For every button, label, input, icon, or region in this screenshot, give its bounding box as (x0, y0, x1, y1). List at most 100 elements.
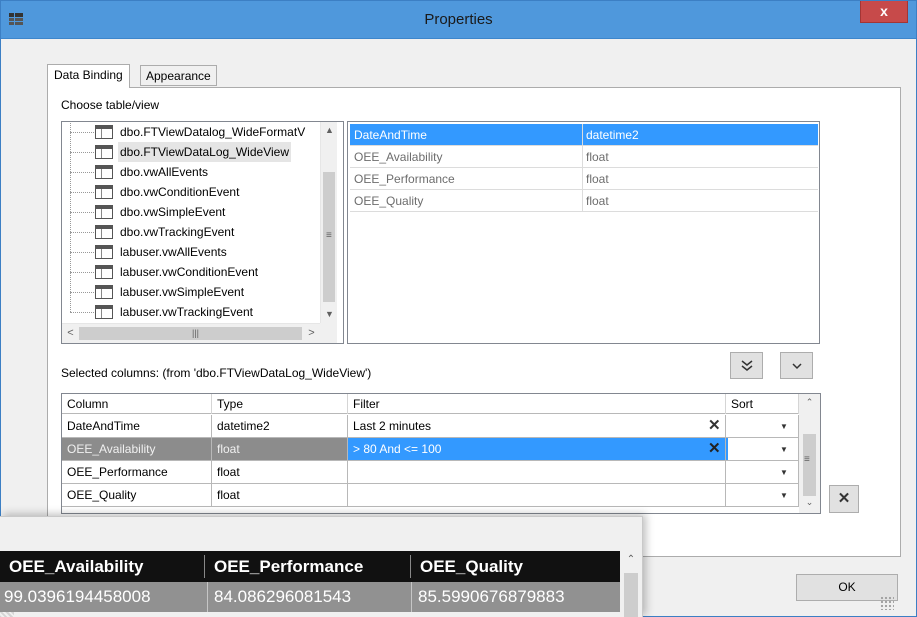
available-columns-list[interactable]: DateAndTime datetime2 OEE_Availability floa… (347, 121, 820, 344)
sort-dropdown-icon[interactable]: ▼ (780, 439, 788, 461)
tree-item[interactable]: dbo.vwSimpleEvent (62, 192, 320, 222)
tab-data-binding[interactable]: Data Binding (47, 64, 130, 88)
sort-dropdown-icon[interactable]: ▼ (780, 485, 788, 507)
header-type[interactable]: Type (212, 394, 348, 414)
scroll-down-icon[interactable]: ▼ (321, 306, 338, 323)
tree-item[interactable]: labuser.vwTrackingEvent (62, 292, 320, 322)
table-icon (95, 265, 113, 279)
tree-horizontal-scrollbar[interactable]: < ||| > (62, 323, 320, 343)
cell-separator (582, 146, 583, 168)
preview-cell-quality: 85.5990676879883 (418, 587, 565, 606)
cell-type-text: float (217, 465, 240, 479)
tree-item[interactable]: labuser.vwAllEvents (62, 232, 320, 262)
cell-filter[interactable] (348, 484, 726, 506)
close-button[interactable]: x (860, 1, 908, 23)
tree-item[interactable]: dbo.vwTrackingEvent (62, 212, 320, 242)
tree-item[interactable]: labuser.vwSimpleEvent (62, 272, 320, 302)
window-title: Properties (424, 11, 493, 28)
table-row[interactable]: OEE_Availability float > 80 And <= 100 ✕ ▼ (62, 438, 799, 461)
column-list-row[interactable]: OEE_Performance float (350, 168, 818, 190)
tree-item-label: dbo.vwSimpleEvent (120, 205, 226, 219)
tree-connector (70, 132, 71, 152)
tree-connector (70, 132, 94, 133)
tree-item[interactable]: dbo.FTViewDatalog_WideFormatV (62, 122, 320, 142)
tree-vertical-scrollbar[interactable]: ▲ ≡ ▼ (320, 122, 337, 323)
table-row[interactable]: DateAndTime datetime2 Last 2 minutes ✕ ▼ (62, 415, 799, 438)
preview-header-quality: OEE_Quality (420, 557, 523, 576)
tree-connector (70, 312, 94, 313)
scroll-up-icon[interactable]: ⌃ (620, 551, 642, 569)
sort-dropdown-icon[interactable]: ▼ (780, 462, 788, 484)
table-icon (95, 165, 113, 179)
sort-dropdown-icon[interactable]: ▼ (780, 416, 788, 438)
cell-type: float (212, 484, 348, 506)
cell-sort[interactable] (726, 415, 799, 437)
clear-filter-icon[interactable]: ✕ (708, 415, 721, 437)
move-all-down-button[interactable] (730, 352, 763, 379)
tree-connector (70, 172, 94, 173)
preview-header-availability: OEE_Availability (9, 557, 144, 576)
cell-filter-text: > 80 And <= 100 (353, 442, 442, 456)
table-view-tree[interactable]: dbo.FTViewDatalog_WideFormatV dbo.FTViewD… (61, 121, 344, 344)
preview-scrollbar[interactable]: ⌃ (620, 551, 642, 617)
scroll-up-icon[interactable]: ▲ (321, 122, 338, 139)
table-row[interactable]: OEE_Performance float ▼ (62, 461, 799, 484)
cell-filter[interactable]: Last 2 minutes (348, 415, 726, 437)
selected-columns-grid[interactable]: Column Type Filter Sort DateAndTime datet… (61, 393, 821, 514)
selected-columns-label: Selected columns: (from 'dbo.FTViewDataL… (61, 366, 372, 380)
tree-item-label: labuser.vwAllEvents (120, 245, 227, 259)
scroll-thumb[interactable] (624, 573, 638, 617)
tree-item[interactable]: dbo.vwAllEvents (62, 152, 320, 182)
tree-item-label: dbo.FTViewDataLog_WideView (118, 142, 291, 162)
tree-item[interactable]: dbo.FTViewDataLog_WideView (62, 132, 320, 162)
column-name: OEE_Performance (354, 172, 455, 186)
column-list-row[interactable]: DateAndTime datetime2 (350, 124, 818, 146)
column-name: OEE_Availability (354, 150, 443, 164)
scroll-thumb[interactable] (803, 434, 816, 496)
cell-column-text: OEE_Performance (67, 465, 168, 479)
resize-grip-icon[interactable] (880, 596, 894, 610)
scroll-up-icon[interactable]: ⌃ (799, 394, 820, 411)
column-list-row[interactable]: OEE_Quality float (350, 190, 818, 212)
preview-row[interactable]: 99.0396194458008 84.086296081543 85.5990… (0, 582, 620, 612)
grid-vertical-scrollbar[interactable]: ⌃ ≡ ⌄ (799, 394, 820, 513)
remove-column-button[interactable]: ✕ (829, 485, 859, 513)
grip-icon: ≡ (326, 230, 332, 241)
grid-header: Column Type Filter Sort (62, 394, 820, 414)
preview-cell-availability: 99.0396194458008 (4, 587, 151, 606)
choose-table-label: Choose table/view (61, 98, 160, 112)
cell-sort[interactable] (726, 484, 799, 506)
tree-item-label: dbo.vwAllEvents (120, 165, 209, 179)
move-down-button[interactable] (780, 352, 813, 379)
header-filter[interactable]: Filter (348, 394, 726, 414)
tree-item[interactable]: labuser.vwConditionEvent (62, 252, 320, 282)
tree-item[interactable]: dbo.vwConditionEvent (62, 172, 320, 202)
cell-column: OEE_Quality (62, 484, 212, 506)
scroll-left-icon[interactable]: < (62, 324, 79, 343)
title-bar[interactable]: Properties x (1, 1, 916, 39)
scroll-down-icon[interactable]: ⌄ (799, 494, 820, 511)
header-sort[interactable]: Sort (726, 394, 799, 414)
preview-header-performance: OEE_Performance (214, 557, 364, 576)
cell-separator (582, 168, 583, 190)
tree-connector (70, 192, 94, 193)
cell-filter[interactable]: > 80 And <= 100 (348, 438, 726, 460)
table-icon (95, 185, 113, 199)
cell-sort[interactable] (726, 461, 799, 483)
tree-item-label: labuser.vwSimpleEvent (120, 285, 245, 299)
scroll-thumb[interactable] (79, 327, 302, 340)
clear-filter-icon[interactable]: ✕ (708, 438, 721, 460)
column-type: datetime2 (586, 128, 639, 142)
cell-filter-text: Last 2 minutes (353, 419, 432, 433)
column-list-row[interactable]: OEE_Availability float (350, 146, 818, 168)
tree-connector (70, 172, 71, 192)
cell-sort[interactable] (726, 438, 799, 460)
cell-filter[interactable] (348, 461, 726, 483)
scroll-right-icon[interactable]: > (303, 324, 320, 343)
scroll-corner (320, 323, 337, 343)
header-column[interactable]: Column (62, 394, 212, 414)
tree-connector (70, 152, 94, 153)
table-row[interactable]: OEE_Quality float ▼ (62, 484, 799, 507)
tab-appearance[interactable]: Appearance (140, 65, 217, 86)
cell-type: float (212, 461, 348, 483)
